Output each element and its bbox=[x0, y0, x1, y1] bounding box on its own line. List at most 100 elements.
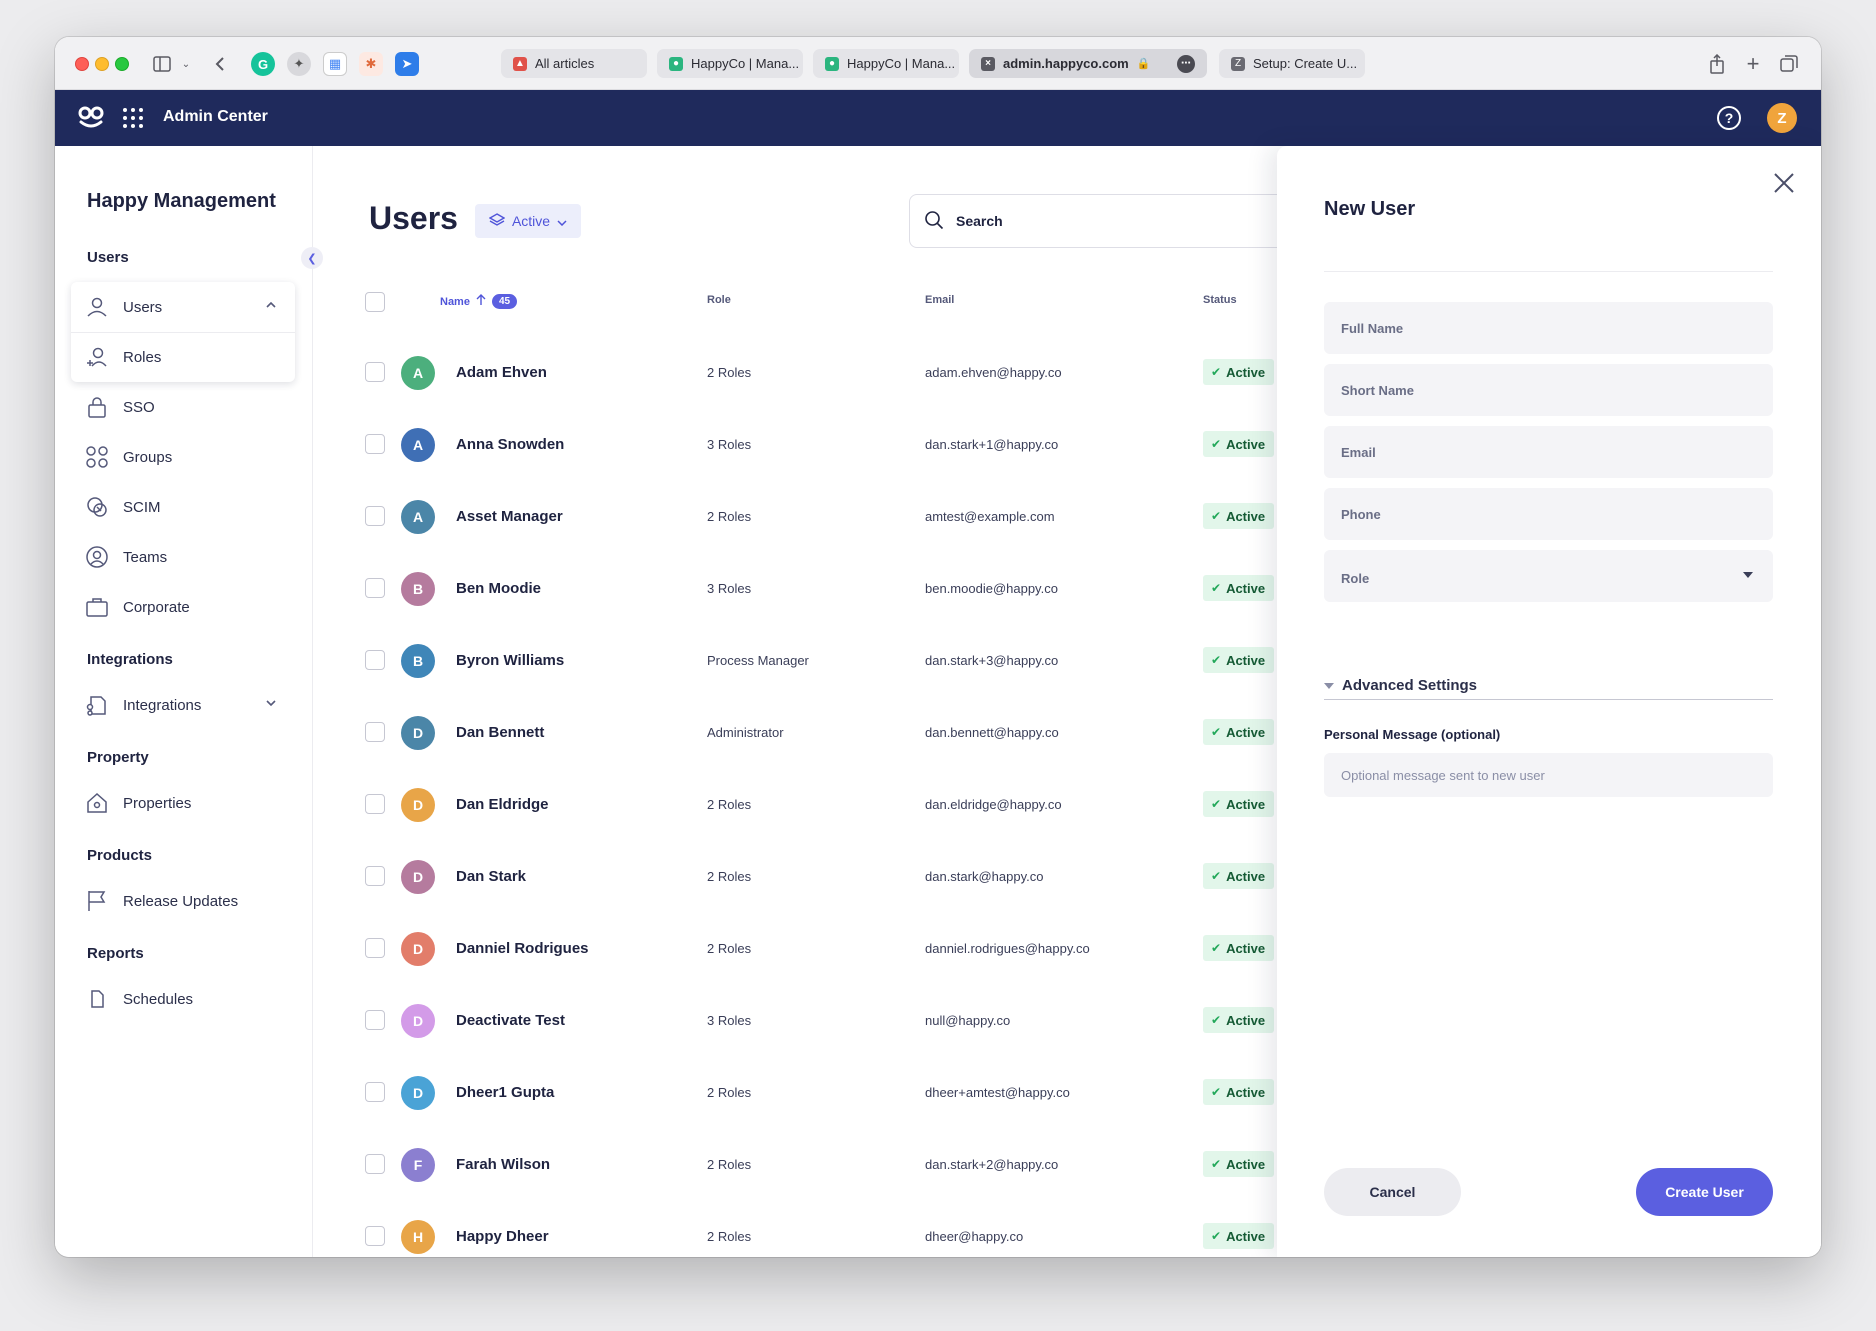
sidebar-item-groups[interactable]: Groups bbox=[71, 434, 295, 480]
user-name[interactable]: Dan Stark bbox=[456, 868, 526, 885]
compass-extension-icon[interactable]: ✦ bbox=[287, 52, 311, 76]
name-column-header[interactable]: Name 45 bbox=[440, 294, 518, 309]
user-name[interactable]: Farah Wilson bbox=[456, 1156, 550, 1173]
row-checkbox[interactable] bbox=[365, 1154, 385, 1174]
create-user-button[interactable]: Create User bbox=[1636, 1168, 1773, 1216]
drawer-title: New User bbox=[1324, 198, 1416, 220]
search-input[interactable] bbox=[956, 213, 1256, 229]
sidebar-item-sso[interactable]: SSO bbox=[71, 384, 295, 430]
app-launcher-icon[interactable] bbox=[123, 108, 143, 128]
status-column-header[interactable]: Status bbox=[1203, 294, 1237, 306]
sidebar-item-corporate[interactable]: Corporate bbox=[71, 584, 295, 630]
checkmark-icon: ✔ bbox=[1211, 1229, 1222, 1243]
sidebar-item-release-updates[interactable]: Release Updates bbox=[71, 878, 295, 924]
avatar: D bbox=[401, 1076, 435, 1110]
user-name[interactable]: Adam Ehven bbox=[456, 364, 547, 381]
short-name-field[interactable] bbox=[1324, 364, 1773, 416]
row-checkbox[interactable] bbox=[365, 866, 385, 886]
user-name[interactable]: Danniel Rodrigues bbox=[456, 940, 589, 957]
sidebar-item-integrations[interactable]: Integrations bbox=[71, 682, 295, 728]
row-checkbox[interactable] bbox=[365, 434, 385, 454]
sidebar-item-scim[interactable]: SCIM bbox=[71, 484, 295, 530]
avatar: D bbox=[401, 1004, 435, 1038]
email-column-header[interactable]: Email bbox=[925, 294, 954, 306]
sidebar: Happy Management Users Users Roles SSO G… bbox=[55, 146, 313, 1257]
phone-input[interactable] bbox=[1341, 506, 1773, 522]
user-email: ben.moodie@happy.co bbox=[925, 581, 1058, 596]
role-select[interactable]: Role bbox=[1324, 550, 1773, 602]
status-badge: ✔ Active bbox=[1203, 935, 1275, 961]
short-name-input[interactable] bbox=[1341, 382, 1773, 398]
personal-message-input[interactable] bbox=[1341, 767, 1773, 783]
collapse-sidebar-button[interactable]: ❮ bbox=[301, 247, 323, 269]
row-checkbox[interactable] bbox=[365, 938, 385, 958]
user-name[interactable]: Asset Manager bbox=[456, 508, 563, 525]
cancel-button[interactable]: Cancel bbox=[1324, 1168, 1461, 1216]
row-checkbox[interactable] bbox=[365, 578, 385, 598]
browser-tab-3[interactable]: ● HappyCo | Mana... bbox=[813, 49, 959, 78]
calendar-extension-icon[interactable]: ▦ bbox=[323, 52, 347, 76]
row-checkbox[interactable] bbox=[365, 362, 385, 382]
asterisk-extension-icon[interactable]: ✱ bbox=[359, 52, 383, 76]
sidebar-item-users[interactable]: Users bbox=[71, 284, 295, 330]
close-window-button[interactable] bbox=[75, 57, 89, 71]
user-name[interactable]: Dheer1 Gupta bbox=[456, 1084, 554, 1101]
checkmark-icon: ✔ bbox=[1211, 1085, 1222, 1099]
row-checkbox[interactable] bbox=[365, 506, 385, 526]
row-checkbox[interactable] bbox=[365, 794, 385, 814]
role-column-header[interactable]: Role bbox=[707, 294, 731, 306]
row-checkbox[interactable] bbox=[365, 722, 385, 742]
row-checkbox[interactable] bbox=[365, 1226, 385, 1246]
grammarly-extension-icon[interactable]: G bbox=[251, 52, 275, 76]
help-icon[interactable]: ? bbox=[1717, 106, 1741, 130]
user-name[interactable]: Dan Eldridge bbox=[456, 796, 549, 813]
browser-tab-1[interactable]: ▲ All articles bbox=[501, 49, 647, 78]
personal-message-field[interactable] bbox=[1324, 753, 1773, 797]
user-name[interactable]: Deactivate Test bbox=[456, 1012, 565, 1029]
jira-extension-icon[interactable]: ➤ bbox=[395, 52, 419, 76]
chevron-down-icon[interactable]: ⌄ bbox=[179, 52, 193, 76]
select-all-checkbox[interactable] bbox=[365, 292, 385, 312]
email-input[interactable] bbox=[1341, 444, 1773, 460]
more-options-icon[interactable]: ⋯ bbox=[1177, 54, 1195, 73]
row-checkbox[interactable] bbox=[365, 1010, 385, 1030]
happyco-logo-icon[interactable] bbox=[77, 104, 105, 130]
email-field[interactable] bbox=[1324, 426, 1773, 478]
phone-field[interactable] bbox=[1324, 488, 1773, 540]
status-badge: ✔ Active bbox=[1203, 647, 1275, 673]
user-name[interactable]: Byron Williams bbox=[456, 652, 564, 669]
share-icon[interactable] bbox=[1707, 52, 1727, 76]
tab-overview-icon[interactable] bbox=[1779, 52, 1799, 76]
minimize-window-button[interactable] bbox=[95, 57, 109, 71]
user-name[interactable]: Dan Bennett bbox=[456, 724, 544, 741]
browser-tab-5[interactable]: Z Setup: Create U... bbox=[1219, 49, 1365, 78]
sidebar-toggle-icon[interactable] bbox=[151, 52, 173, 76]
user-name[interactable]: Ben Moodie bbox=[456, 580, 541, 597]
back-icon[interactable] bbox=[211, 52, 229, 76]
sidebar-item-schedules[interactable]: Schedules bbox=[71, 976, 295, 1022]
browser-tab-2[interactable]: ● HappyCo | Mana... bbox=[657, 49, 803, 78]
new-tab-icon[interactable]: + bbox=[1743, 51, 1763, 76]
browser-tab-active[interactable]: × admin.happyco.com 🔒 ⋯ bbox=[969, 49, 1207, 78]
chevron-down-icon[interactable] bbox=[265, 696, 277, 710]
sidebar-item-teams[interactable]: Teams bbox=[71, 534, 295, 580]
row-checkbox[interactable] bbox=[365, 650, 385, 670]
user-name[interactable]: Happy Dheer bbox=[456, 1228, 549, 1245]
user-role: Administrator bbox=[707, 725, 784, 740]
user-name[interactable]: Anna Snowden bbox=[456, 436, 564, 453]
avatar: A bbox=[401, 356, 435, 390]
avatar: D bbox=[401, 860, 435, 894]
avatar: B bbox=[401, 644, 435, 678]
row-checkbox[interactable] bbox=[365, 1082, 385, 1102]
advanced-settings-toggle[interactable]: Advanced Settings bbox=[1324, 672, 1773, 700]
user-avatar[interactable]: Z bbox=[1767, 103, 1797, 133]
sidebar-item-properties[interactable]: Properties bbox=[71, 780, 295, 826]
status-filter-dropdown[interactable]: Active bbox=[475, 204, 581, 238]
full-name-field[interactable] bbox=[1324, 302, 1773, 354]
chevron-up-icon[interactable] bbox=[265, 298, 277, 312]
search-box[interactable] bbox=[909, 194, 1309, 248]
close-icon[interactable] bbox=[1771, 170, 1797, 196]
sidebar-item-roles[interactable]: Roles bbox=[71, 334, 295, 380]
zoom-window-button[interactable] bbox=[115, 57, 129, 71]
full-name-input[interactable] bbox=[1341, 320, 1773, 336]
